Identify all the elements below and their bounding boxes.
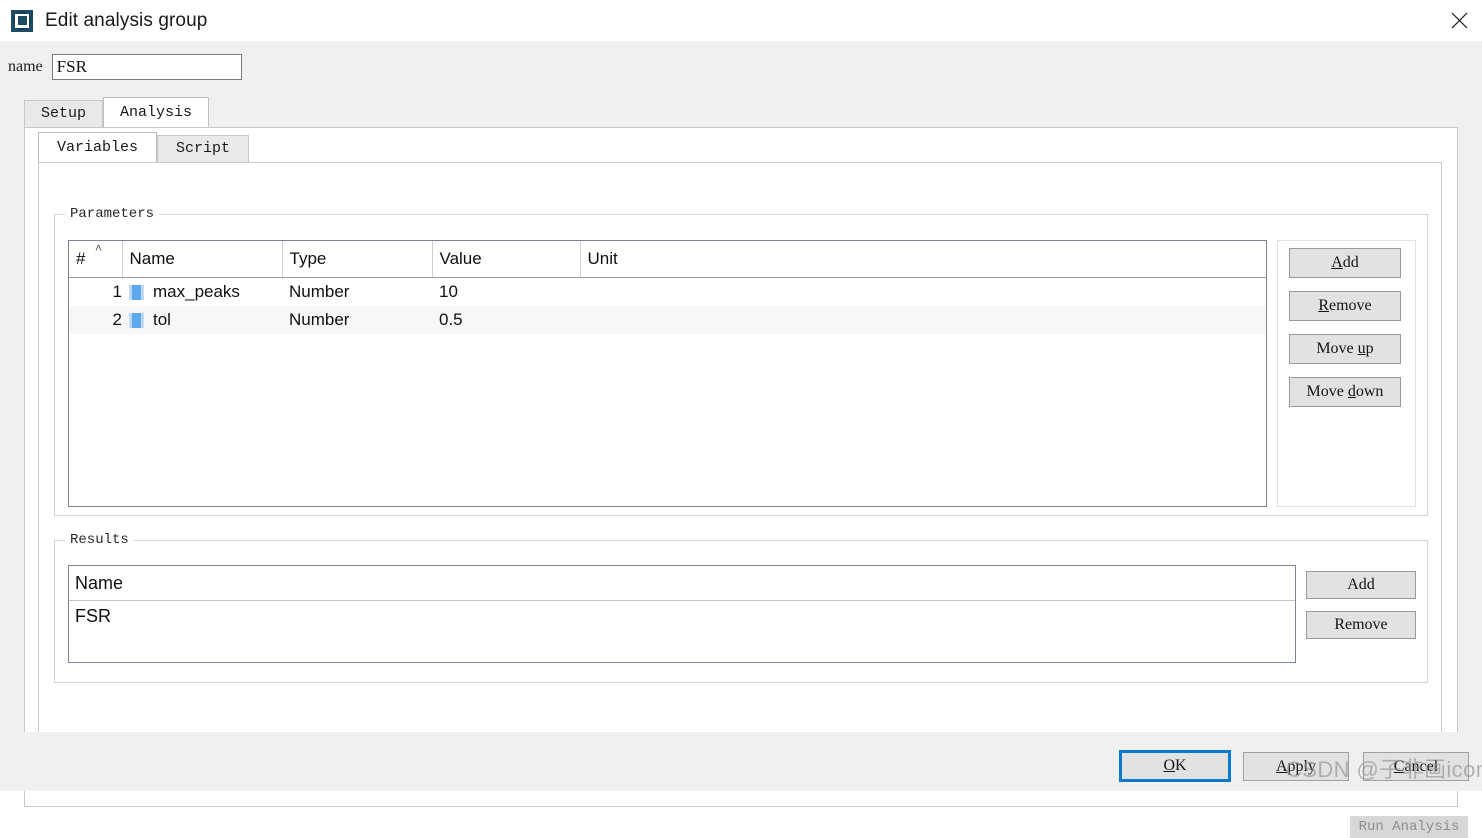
sort-ascending-icon: ˄ bbox=[95, 241, 103, 255]
parameters-table[interactable]: ˄ # Name Type Value Unit 1 max_peaks Num… bbox=[68, 240, 1267, 507]
row-unit bbox=[580, 306, 1266, 334]
row-value: 10 bbox=[439, 282, 458, 301]
tab-analysis[interactable]: Analysis bbox=[103, 97, 210, 127]
results-table[interactable]: Name FSR bbox=[68, 565, 1296, 663]
row-type: Number bbox=[282, 306, 432, 334]
row-name-label: tol bbox=[153, 310, 171, 329]
name-input[interactable] bbox=[51, 54, 242, 80]
column-header-name[interactable]: Name bbox=[122, 241, 283, 278]
row-type: Number bbox=[289, 282, 350, 301]
parameters-remove-button[interactable]: Remove bbox=[1289, 291, 1401, 321]
window-title: Edit analysis group bbox=[45, 9, 208, 31]
row-number: 1 bbox=[112, 282, 122, 301]
column-header-unit[interactable]: Unit bbox=[580, 241, 1266, 278]
outer-tab-strip: Setup Analysis bbox=[24, 97, 210, 127]
results-row-name: FSR bbox=[75, 605, 111, 626]
results-button-panel: Add Remove bbox=[1306, 565, 1418, 663]
variable-icon bbox=[129, 312, 144, 328]
results-legend: Results bbox=[65, 531, 134, 549]
row-number: 2 bbox=[69, 306, 122, 334]
results-header-row: Name bbox=[69, 566, 1295, 601]
row-value: 0.5 bbox=[432, 306, 580, 334]
parameters-move-up-button[interactable]: Move up bbox=[1289, 334, 1401, 364]
close-icon[interactable] bbox=[1436, 0, 1482, 41]
variable-icon bbox=[129, 284, 144, 300]
variables-tab-panel: Parameters ˄ # Name Type Value Unit 1 ma… bbox=[38, 162, 1442, 758]
parameters-header-row: ˄ # Name Type Value Unit bbox=[69, 241, 1266, 278]
run-analysis-button[interactable]: Run Analysis bbox=[1350, 816, 1468, 838]
name-row: name bbox=[0, 41, 1482, 93]
results-add-button[interactable]: Add bbox=[1306, 571, 1416, 599]
results-remove-button[interactable]: Remove bbox=[1306, 611, 1416, 639]
apply-button[interactable]: Apply bbox=[1243, 752, 1349, 781]
parameters-move-down-button[interactable]: Move d own bbox=[1289, 377, 1401, 407]
row-name: tol bbox=[122, 306, 282, 334]
cancel-button[interactable]: Cancel bbox=[1363, 752, 1469, 781]
row-name-label: max_peaks bbox=[153, 282, 240, 301]
column-header-value[interactable]: Value bbox=[432, 241, 581, 278]
parameters-button-panel: Add Remove Move up Move d own bbox=[1277, 240, 1416, 507]
title-bar: Edit analysis group bbox=[0, 0, 1482, 41]
tab-setup[interactable]: Setup bbox=[24, 100, 104, 127]
parameters-legend: Parameters bbox=[65, 205, 160, 223]
table-row[interactable]: 1 max_peaks Number 10 bbox=[69, 278, 1266, 307]
column-header-num-label: # bbox=[76, 249, 86, 268]
table-row[interactable]: 2 tol Number 0.5 bbox=[69, 306, 1266, 334]
tab-variables[interactable]: Variables bbox=[38, 132, 158, 162]
row-name: max_peaks bbox=[122, 278, 282, 307]
row-unit bbox=[580, 278, 1266, 307]
parameters-add-button[interactable]: Add bbox=[1289, 248, 1401, 278]
parameters-group: Parameters ˄ # Name Type Value Unit 1 ma… bbox=[54, 205, 1428, 516]
column-header-num[interactable]: ˄ # bbox=[69, 241, 123, 278]
name-label: name bbox=[8, 58, 43, 75]
analysis-tab-panel: Variables Script Parameters ˄ # Name Typ… bbox=[24, 127, 1468, 838]
tab-script[interactable]: Script bbox=[157, 135, 250, 162]
inner-tab-strip: Variables Script bbox=[38, 132, 250, 162]
column-header-type[interactable]: Type bbox=[282, 241, 433, 278]
dialog-body: Setup Analysis Variables Script Paramete… bbox=[0, 93, 1482, 838]
table-row[interactable]: FSR bbox=[69, 601, 1295, 632]
app-icon bbox=[11, 9, 33, 32]
results-group: Results Name FSR Add Remove bbox=[54, 531, 1428, 683]
ok-button[interactable]: OK bbox=[1119, 750, 1231, 782]
results-column-header-name[interactable]: Name bbox=[69, 566, 1295, 601]
